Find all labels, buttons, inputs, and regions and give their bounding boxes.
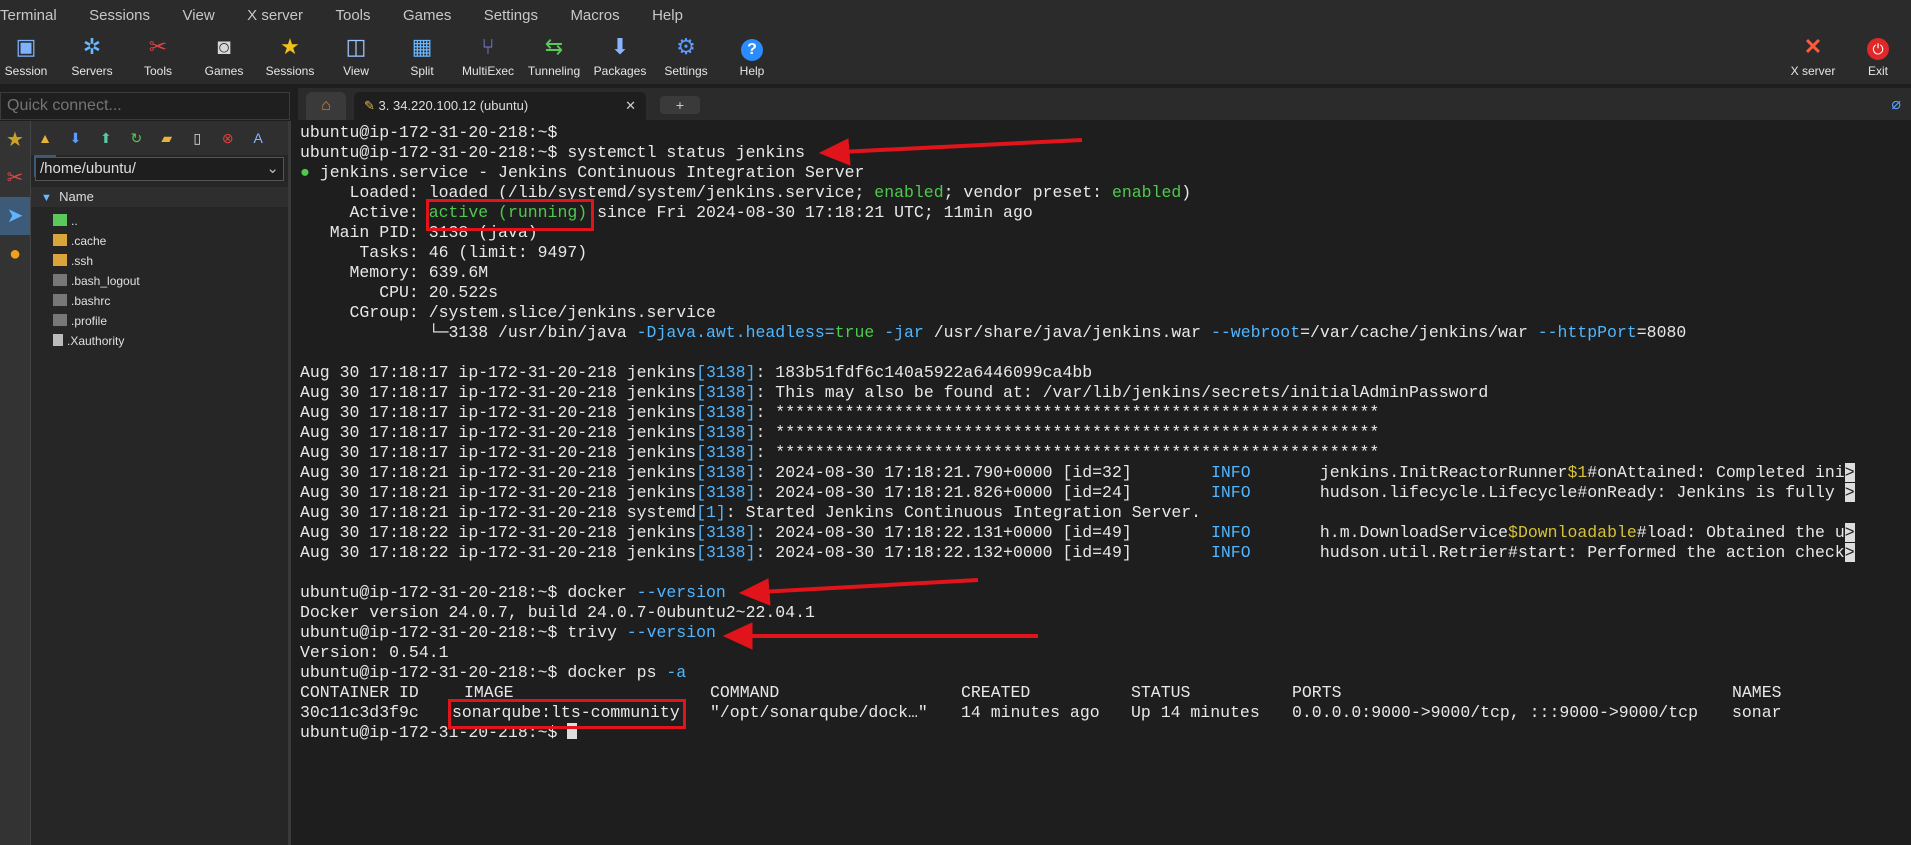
annotation-arrows [722, 138, 1083, 650]
arrow-docker-version [759, 578, 979, 594]
arrow-head [738, 578, 771, 606]
arrow-head [818, 138, 851, 166]
arrow-systemctl [839, 138, 1083, 154]
arrow-head [722, 622, 753, 650]
